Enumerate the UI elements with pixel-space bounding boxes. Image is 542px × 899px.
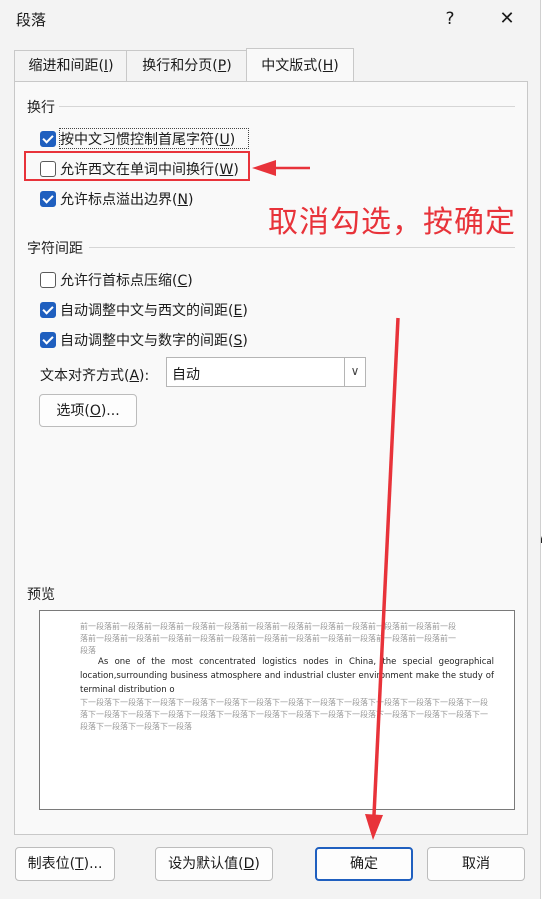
paragraph-dialog: 段落 ? ✕ 换行 按中文习惯控制首尾字符(U) 允许西文在单词中间换行(W) … <box>0 0 541 899</box>
checkbox-label-allow-punctuation-overflow[interactable]: 允许标点溢出边界(N) <box>60 189 193 209</box>
chevron-down-icon[interactable]: ∨ <box>344 358 365 386</box>
checkbox-control-first-last-chars[interactable] <box>40 131 56 147</box>
section-title-preview: 预览 <box>27 587 55 603</box>
text-alignment-value: 自动 <box>172 367 200 383</box>
dialog-title: 段落 <box>16 11 47 29</box>
preview-box: 前一段落前一段落前一段落前一段落前一段落前一段落前一段落前一段落前一段落前一段落… <box>39 610 515 810</box>
checkbox-label-auto-space-cjk-digits[interactable]: 自动调整中文与数字的间距(S) <box>60 330 248 350</box>
tab-indent-spacing[interactable]: 缩进和间距(I) <box>14 50 128 81</box>
focus-indicator <box>59 128 249 149</box>
options-button[interactable]: 选项(O)... <box>39 394 137 427</box>
tab-chinese-typography[interactable]: 中文版式(H) <box>246 48 354 81</box>
cancel-button[interactable]: 取消 <box>427 847 525 881</box>
set-as-default-button[interactable]: 设为默认值(D) <box>155 847 273 881</box>
title-bar: 段落 ? ✕ <box>0 0 540 38</box>
help-button[interactable]: ? <box>438 5 462 33</box>
text-alignment-label: 文本对齐方式(A): <box>40 368 150 384</box>
text-alignment-select[interactable]: 自动 ∨ <box>166 357 366 387</box>
ok-button[interactable]: 确定 <box>315 847 413 881</box>
section-title-char-spacing: 字符间距 <box>27 241 83 257</box>
checkbox-compress-leading-punctuation[interactable] <box>40 272 56 288</box>
tab-line-page-breaks[interactable]: 换行和分页(P) <box>126 50 248 81</box>
divider <box>59 106 515 107</box>
section-title-line-break: 换行 <box>27 100 55 116</box>
annotation-highlight-box <box>24 151 250 181</box>
checkbox-label-compress-leading-punctuation[interactable]: 允许行首标点压缩(C) <box>60 270 193 290</box>
preview-previous-paragraph: 前一段落前一段落前一段落前一段落前一段落前一段落前一段落前一段落前一段落前一段落… <box>80 622 456 655</box>
checkbox-label-auto-space-cjk-latin[interactable]: 自动调整中文与西文的间距(E) <box>60 300 248 320</box>
divider <box>89 247 515 248</box>
tabs-button[interactable]: 制表位(T)... <box>15 847 115 881</box>
close-button[interactable]: ✕ <box>492 5 522 33</box>
preview-sample-paragraph: As one of the most concentrated logistic… <box>80 657 494 695</box>
preview-next-paragraph: 下一段落下一段落下一段落下一段落下一段落下一段落下一段落下一段落下一段落下一段落… <box>80 698 488 731</box>
checkbox-allow-punctuation-overflow[interactable] <box>40 191 56 207</box>
checkbox-auto-space-cjk-latin[interactable] <box>40 302 56 318</box>
checkbox-auto-space-cjk-digits[interactable] <box>40 332 56 348</box>
annotation-text: 取消勾选，按确定 <box>268 205 516 240</box>
